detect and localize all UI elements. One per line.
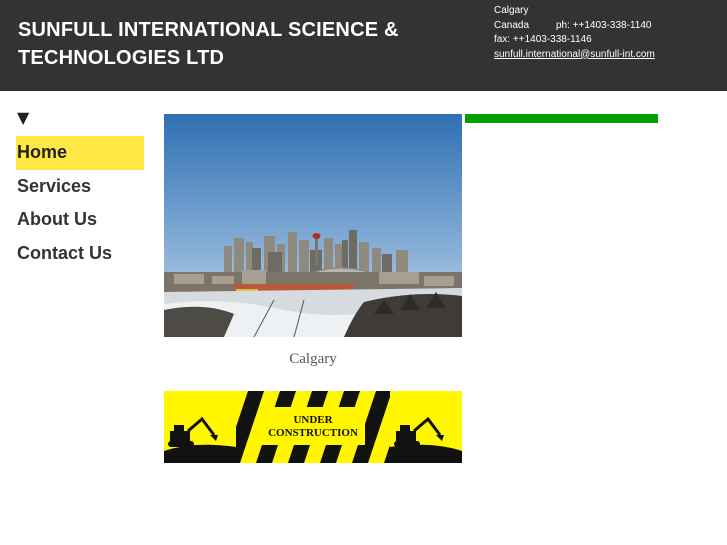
nav-item-home[interactable]: Home (16, 136, 144, 170)
site-title: SUNFULL INTERNATIONAL SCIENCE & TECHNOLO… (18, 19, 399, 69)
photo-caption: Calgary (289, 351, 337, 367)
under-construction-banner: UNDER CONSTRUCTION (164, 391, 462, 463)
main-nav: Home Services About Us Contact Us (16, 136, 144, 270)
contact-row: Canada ph: ++1403-338-1140 (494, 19, 724, 34)
contact-fax: fax: ++1403-338-1146 (494, 34, 592, 45)
contact-country: Canada (494, 19, 530, 31)
contact-city: Calgary (494, 5, 529, 16)
contact-email-link[interactable]: sunfull.international@sunfull-int.com (494, 49, 655, 60)
site-header: SUNFULL INTERNATIONAL SCIENCE & TECHNOLO… (0, 0, 727, 91)
nav-item-services[interactable]: Services (16, 170, 144, 204)
banner-line-1: UNDER (293, 414, 333, 426)
menu-toggle-icon[interactable]: ▼ (17, 108, 29, 128)
nav-item-about-us[interactable]: About Us (16, 203, 144, 237)
calgary-skyline-photo (164, 114, 462, 337)
banner-line-2: CONSTRUCTION (268, 427, 358, 439)
nav-item-contact-us[interactable]: Contact Us (16, 237, 144, 271)
accent-bar (465, 114, 658, 123)
contact-phone: ph: ++1403-338-1140 (556, 19, 652, 31)
contact-info: Calgary Canada ph: ++1403-338-1140 fax: +… (494, 4, 724, 62)
